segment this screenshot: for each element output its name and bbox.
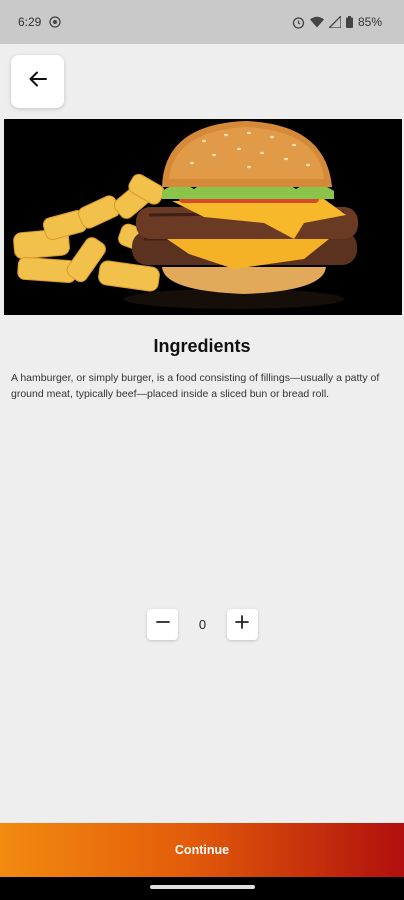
decrement-button[interactable]: [147, 609, 178, 640]
burger-and-fries-image: [4, 119, 402, 315]
plus-icon: [235, 615, 250, 634]
continue-button[interactable]: Continue: [0, 823, 404, 877]
back-button[interactable]: [11, 55, 64, 108]
quantity-stepper: 0: [147, 609, 258, 640]
signal-icon: [328, 16, 341, 28]
wifi-icon: [309, 16, 324, 28]
media-icon: [49, 16, 62, 28]
increment-button[interactable]: [226, 609, 258, 640]
status-time: 6:29: [18, 15, 42, 29]
minus-icon: [155, 615, 170, 634]
battery-icon: [345, 16, 353, 28]
arrow-left-icon: [29, 71, 47, 92]
ingredients-title: Ingredients: [153, 336, 251, 356]
home-indicator[interactable]: [150, 885, 255, 889]
alarm-icon: [292, 16, 305, 29]
battery-percent: 85%: [357, 15, 382, 29]
ingredients-description: A hamburger, or simply burger, is a food…: [11, 372, 380, 400]
quantity-value: 0: [198, 617, 207, 632]
status-bar: 6:29 85%: [0, 0, 404, 44]
